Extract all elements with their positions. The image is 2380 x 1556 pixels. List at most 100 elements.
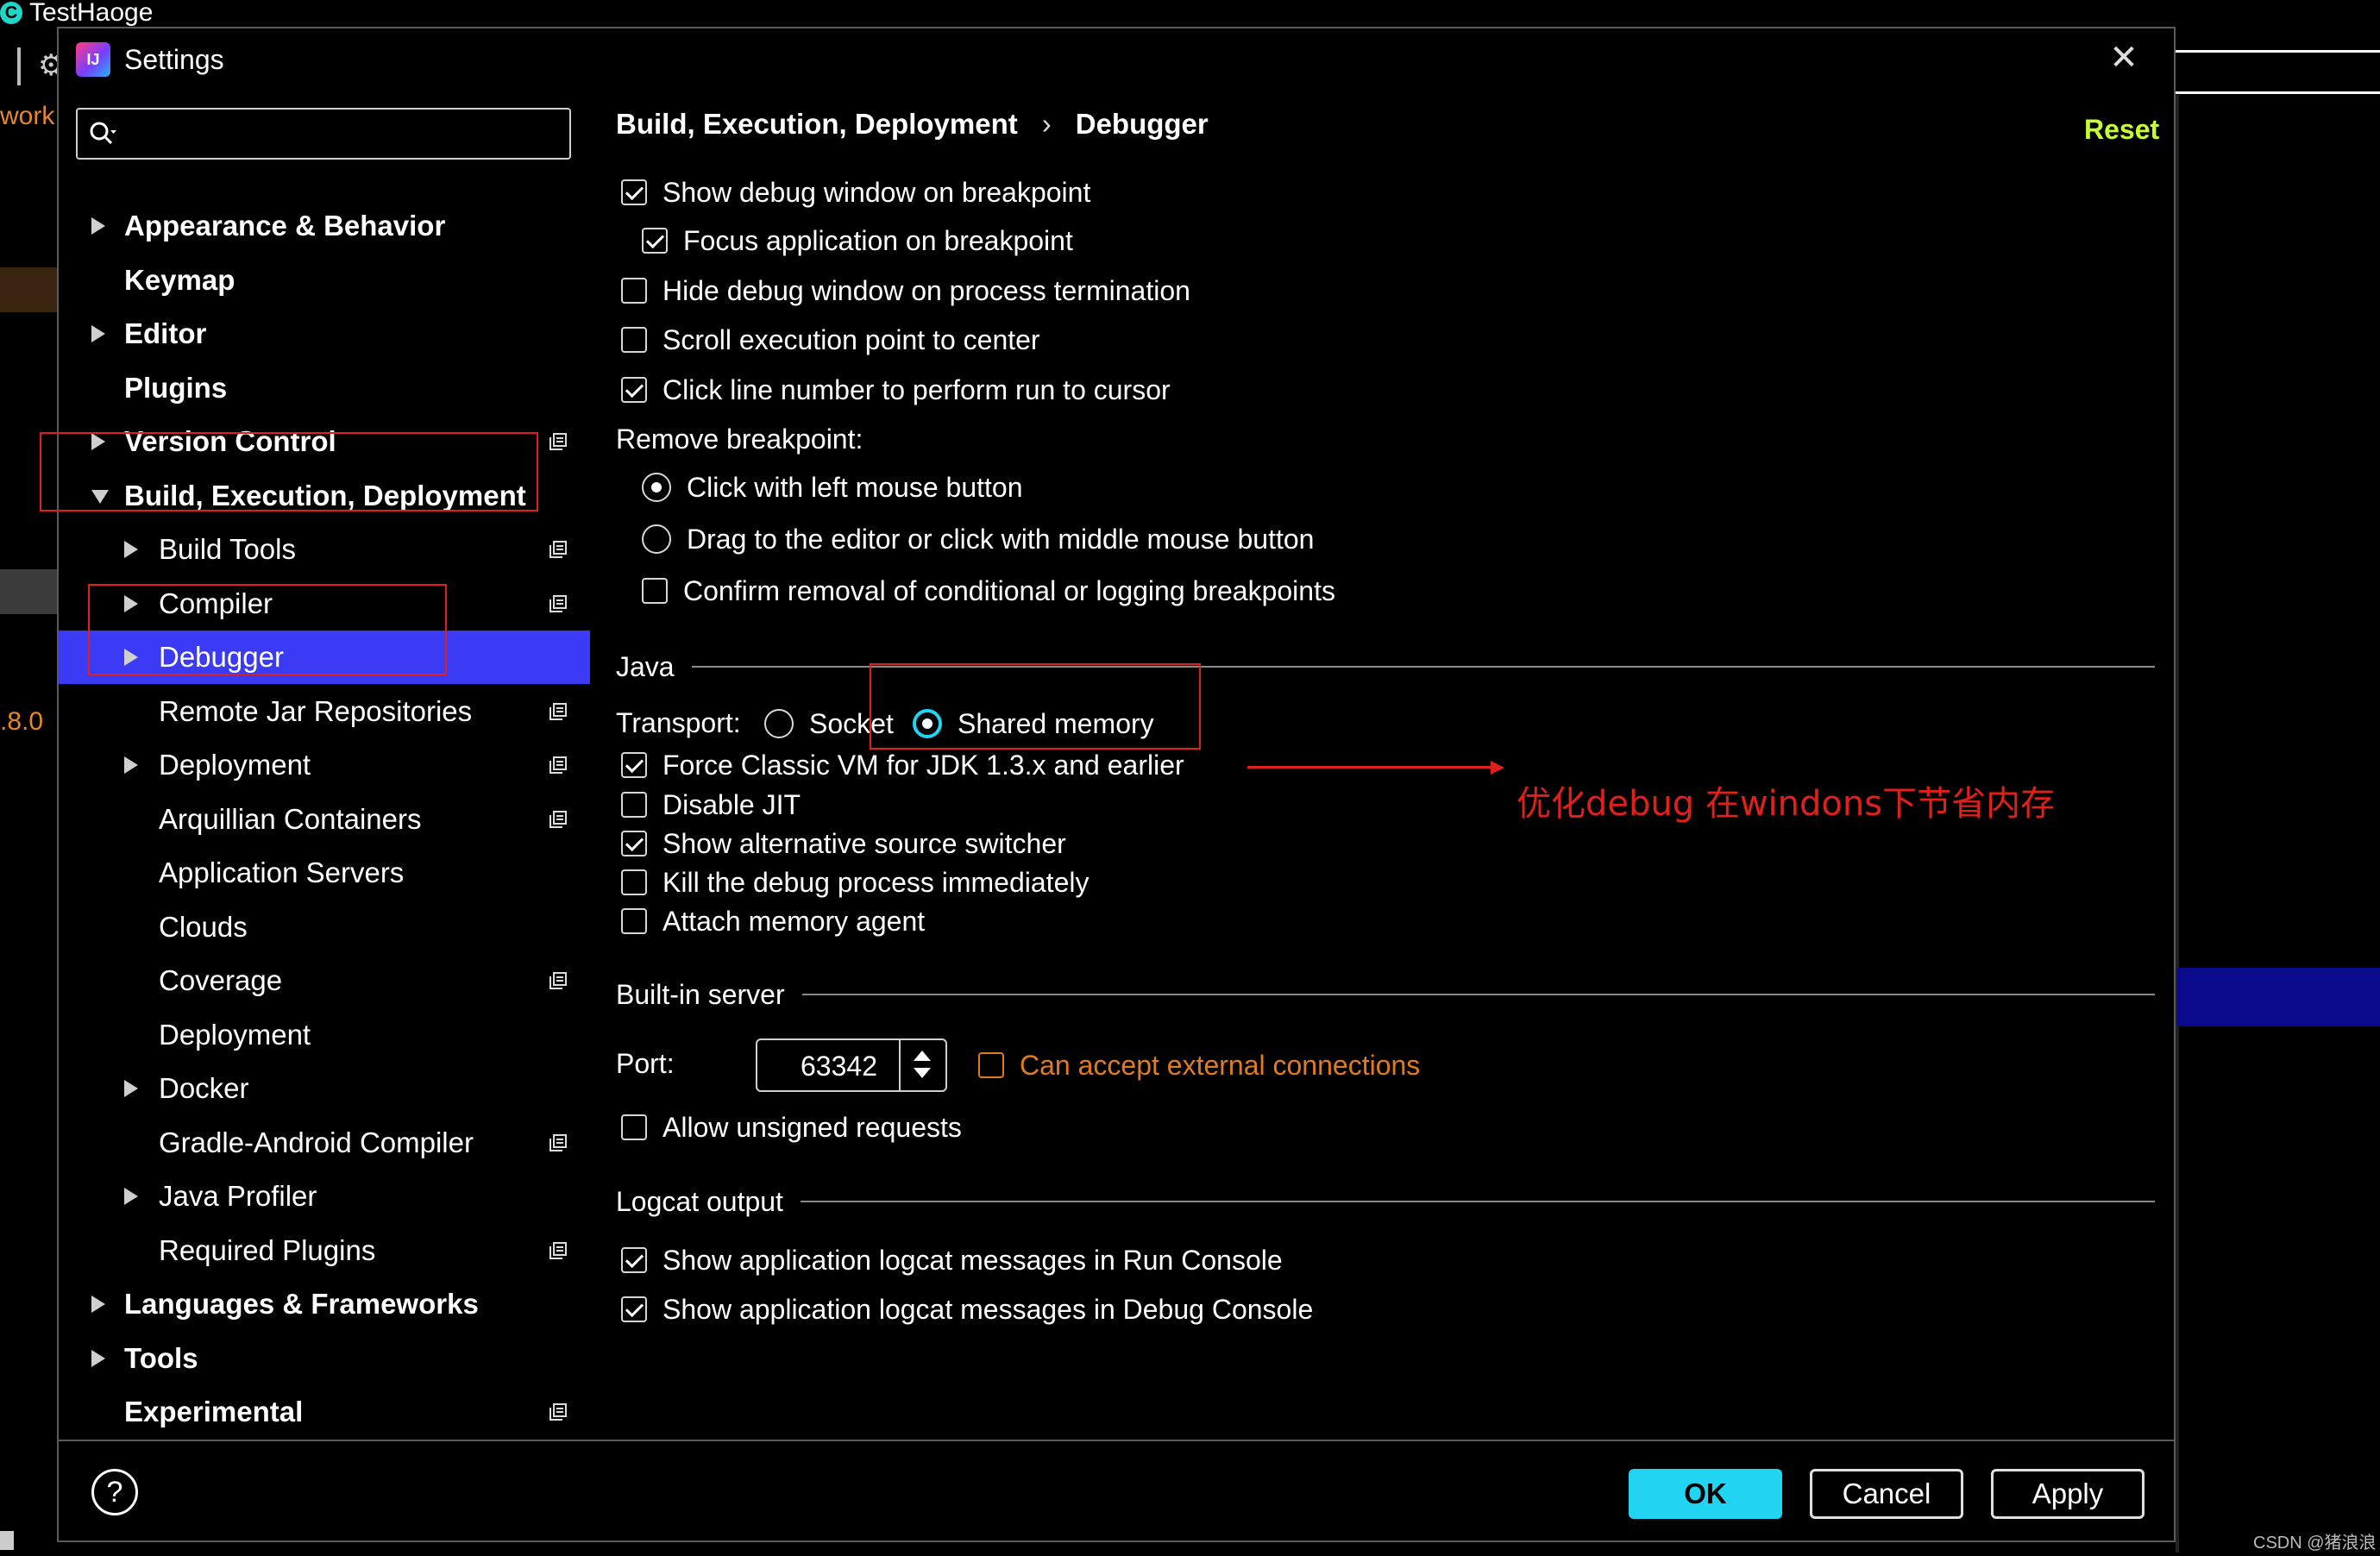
tree-item[interactable]: Experimental [59, 1385, 590, 1439]
close-icon[interactable]: ✕ [2107, 41, 2141, 75]
external-connections-checkbox[interactable] [978, 1052, 1004, 1078]
tree-item[interactable]: Required Plugins [59, 1224, 590, 1277]
ide-top-rule [2176, 50, 2380, 53]
chevron-right-icon[interactable] [124, 1188, 138, 1205]
remove-left-click-radio[interactable] [642, 473, 671, 502]
annotation-box-shared-memory [870, 663, 1201, 750]
chevron-right-icon[interactable] [91, 325, 105, 342]
option-label: Drag to the editor or click with middle … [687, 523, 1315, 555]
tree-item[interactable]: Docker [59, 1062, 590, 1115]
tree-item[interactable]: Arquillian Containers [59, 793, 590, 846]
breadcrumb-separator: › [1041, 108, 1052, 140]
option-label: Show application logcat messages in Run … [663, 1244, 1283, 1276]
unsigned-requests-checkbox[interactable] [621, 1114, 647, 1140]
kill-debug-checkbox[interactable] [621, 869, 647, 895]
confirm-removal-option[interactable]: Confirm removal of conditional or loggin… [642, 570, 1335, 612]
reset-link[interactable]: Reset [2084, 114, 2159, 146]
alt-source-switcher-option[interactable]: Show alternative source switcher [621, 823, 1066, 864]
port-spinner[interactable] [899, 1040, 945, 1090]
built-in-server-section-header: Built-in server [616, 977, 2155, 1012]
remove-drag-radio[interactable] [642, 524, 671, 554]
tree-item-label: Java Profiler [159, 1180, 317, 1212]
option-label: Show application logcat messages in Debu… [663, 1293, 1314, 1325]
alt-source-switcher-checkbox[interactable] [621, 831, 647, 856]
show-debug-window-option[interactable]: Show debug window on breakpoint [621, 172, 1090, 213]
tree-item[interactable]: Coverage [59, 954, 590, 1007]
tree-item[interactable]: Application Servers [59, 846, 590, 900]
dialog-title-bar: IJ Settings ✕ [59, 28, 2174, 97]
tree-item[interactable]: Deployment [59, 738, 590, 792]
annotation-arrow-head [1491, 761, 1504, 775]
confirm-removal-checkbox[interactable] [642, 578, 668, 604]
logcat-run-console-checkbox[interactable] [621, 1247, 647, 1273]
transport-socket-radio[interactable] [764, 709, 794, 738]
chevron-right-icon[interactable] [124, 1080, 138, 1097]
focus-application-option[interactable]: Focus application on breakpoint [642, 220, 1073, 261]
force-classic-vm-option[interactable]: Force Classic VM for JDK 1.3.x and earli… [621, 744, 1184, 786]
tree-item[interactable]: Clouds [59, 900, 590, 954]
option-label: Focus application on breakpoint [683, 224, 1073, 256]
breadcrumb: Build, Execution, Deployment › Debugger [616, 108, 1209, 141]
tree-item[interactable]: Gradle-Android Compiler [59, 1116, 590, 1170]
attach-memory-agent-option[interactable]: Attach memory agent [621, 900, 925, 942]
spinner-up-icon[interactable] [914, 1051, 931, 1061]
attach-memory-agent-checkbox[interactable] [621, 908, 647, 934]
scroll-center-option[interactable]: Scroll execution point to center [621, 319, 1040, 361]
tree-item[interactable]: Keymap [59, 254, 590, 307]
port-stepper[interactable]: 63342 [756, 1038, 947, 1092]
hide-debug-window-option[interactable]: Hide debug window on process termination [621, 270, 1190, 311]
spinner-down-icon[interactable] [914, 1068, 931, 1078]
section-rule [801, 994, 2155, 995]
tree-item[interactable]: Remote Jar Repositories [59, 685, 590, 738]
hide-debug-window-checkbox[interactable] [621, 278, 647, 304]
tree-item-label: Appearance & Behavior [124, 210, 446, 242]
tree-item[interactable]: Appearance & Behavior [59, 199, 590, 253]
chevron-right-icon[interactable] [91, 217, 105, 235]
section-title: Logcat output [616, 1185, 783, 1217]
tree-item[interactable]: Plugins [59, 361, 590, 415]
intellij-logo-icon: IJ [76, 42, 110, 77]
tree-item[interactable]: Languages & Frameworks [59, 1277, 590, 1331]
disable-jit-checkbox[interactable] [621, 792, 647, 818]
tree-item-label: Languages & Frameworks [124, 1288, 479, 1320]
focus-application-checkbox[interactable] [642, 228, 668, 254]
unsigned-requests-option[interactable]: Allow unsigned requests [621, 1107, 962, 1148]
tree-item[interactable]: Build Tools [59, 523, 590, 576]
annotation-box-build-execution [40, 432, 538, 511]
project-level-icon [549, 594, 567, 612]
port-value[interactable]: 63342 [801, 1051, 877, 1082]
ok-button[interactable]: OK [1629, 1469, 1782, 1519]
show-debug-window-checkbox[interactable] [621, 179, 647, 205]
logcat-debug-console-option[interactable]: Show application logcat messages in Debu… [621, 1289, 1313, 1330]
apply-button[interactable]: Apply [1991, 1469, 2145, 1519]
search-input[interactable] [126, 113, 561, 156]
tree-item[interactable]: Deployment [59, 1008, 590, 1062]
kill-debug-option[interactable]: Kill the debug process immediately [621, 862, 1089, 903]
force-classic-vm-checkbox[interactable] [621, 752, 647, 778]
click-line-number-checkbox[interactable] [621, 377, 647, 403]
settings-search-box[interactable] [76, 108, 571, 160]
disable-jit-option[interactable]: Disable JIT [621, 784, 801, 825]
tree-item[interactable]: Editor [59, 307, 590, 361]
help-button[interactable]: ? [91, 1469, 138, 1515]
tree-item-label: Deployment [159, 1018, 311, 1051]
chevron-right-icon[interactable] [91, 1296, 105, 1313]
chevron-right-icon[interactable] [124, 756, 138, 774]
breadcrumb-parent[interactable]: Build, Execution, Deployment [616, 108, 1018, 141]
chevron-right-icon[interactable] [91, 1349, 105, 1367]
tree-item[interactable]: Java Profiler [59, 1170, 590, 1223]
remove-left-click-option[interactable]: Click with left mouse button [642, 467, 1023, 508]
scroll-center-checkbox[interactable] [621, 327, 647, 353]
option-label: Attach memory agent [663, 905, 926, 937]
click-line-number-option[interactable]: Click line number to perform run to curs… [621, 369, 1171, 411]
remove-drag-option[interactable]: Drag to the editor or click with middle … [642, 518, 1314, 560]
cancel-button[interactable]: Cancel [1810, 1469, 1963, 1519]
logcat-run-console-option[interactable]: Show application logcat messages in Run … [621, 1239, 1283, 1281]
tree-item-label: Required Plugins [159, 1233, 376, 1266]
logcat-debug-console-checkbox[interactable] [621, 1296, 647, 1322]
tree-item-label: Docker [159, 1072, 249, 1104]
external-connections-option[interactable]: Can accept external connections [978, 1045, 1420, 1086]
tree-item[interactable]: Tools [59, 1332, 590, 1385]
project-level-icon [549, 810, 567, 828]
chevron-right-icon[interactable] [124, 541, 138, 558]
